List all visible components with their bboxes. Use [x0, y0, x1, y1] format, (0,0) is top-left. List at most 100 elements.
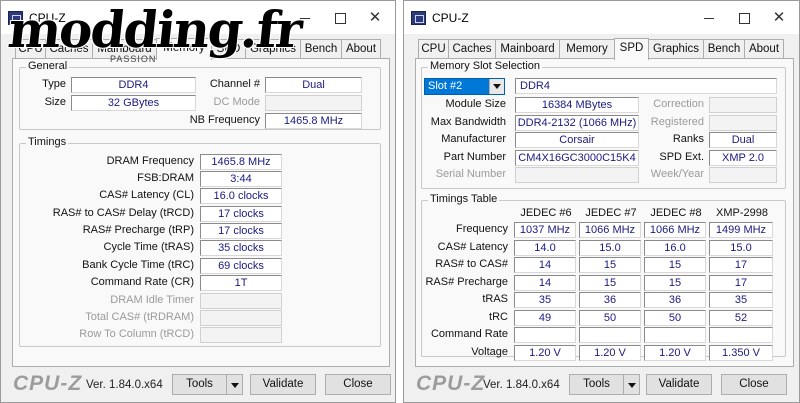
channel-value: Dual: [265, 77, 362, 93]
slot-select-value: Slot #2: [428, 80, 463, 92]
timing-cell: 14: [514, 275, 576, 291]
tools-dropdown-icon[interactable]: [623, 374, 640, 395]
tab-mainboard[interactable]: Mainboard: [495, 39, 560, 59]
channel-label: Channel #: [209, 78, 260, 90]
tools-dropdown-icon[interactable]: [226, 374, 243, 395]
group-title-timings: Timings: [26, 136, 69, 148]
maximize-icon[interactable]: [727, 6, 761, 30]
trp-label: RAS# Precharge (tRP): [82, 224, 194, 236]
version-label: Ver. 1.84.0.x64: [483, 379, 560, 391]
part-number-value: CM4X16GC3000C15K4: [515, 150, 639, 166]
correction-value: [709, 97, 777, 113]
tab-spd[interactable]: SPD: [211, 39, 246, 59]
maximize-icon[interactable]: [323, 6, 357, 30]
timing-cell: 1.20 V: [644, 345, 706, 361]
close-icon[interactable]: ✕: [358, 6, 392, 30]
timing-row-label: CAS# Latency: [437, 241, 508, 253]
timing-row-label: tRC: [489, 311, 508, 323]
timing-cell: 16.0: [644, 240, 706, 256]
spd-ext-value: XMP 2.0: [709, 150, 777, 166]
timing-cell: 52: [709, 310, 773, 326]
registered-label: Registered: [650, 116, 704, 128]
tab-bench[interactable]: Bench: [703, 39, 745, 59]
bottom-bar: CPU-Z Ver. 1.84.0.x64 Tools Validate Clo…: [404, 368, 799, 402]
spd-tab-page: Memory Slot Selection Slot #2 DDR4 Modul…: [415, 58, 794, 367]
tab-memory[interactable]: Memory: [559, 39, 615, 59]
tab-spd[interactable]: SPD: [614, 38, 649, 60]
tab-bench[interactable]: Bench: [300, 39, 342, 59]
module-size-value: 16384 MBytes: [515, 97, 639, 113]
cpuz-app-icon: [8, 11, 23, 25]
week-year-value: [709, 167, 777, 183]
timing-row-label: RAS# Precharge: [425, 276, 508, 288]
close-button[interactable]: Close: [325, 374, 391, 395]
timing-cell: [579, 327, 641, 343]
window-title: CPU-Z: [432, 11, 469, 25]
memory-tab-page: General Type DDR4 Size 32 GBytes Channel…: [12, 58, 390, 367]
nb-frequency-label: NB Frequency: [189, 114, 260, 126]
timing-row-label: Voltage: [471, 346, 508, 358]
registered-value: [709, 115, 777, 131]
timings-table-group: Timings Table JEDEC #6 JEDEC #7 JEDEC #8…: [421, 193, 786, 361]
tab-cpu[interactable]: CPU: [15, 39, 46, 59]
timing-cell: [514, 327, 576, 343]
spd-ext-label: SPD Ext.: [659, 151, 704, 163]
trcd-value: 17 clocks: [200, 206, 282, 222]
validate-button[interactable]: Validate: [646, 374, 712, 395]
dc-mode-value: [265, 95, 362, 111]
chevron-down-icon[interactable]: [489, 79, 504, 94]
tools-button[interactable]: Tools: [172, 374, 227, 395]
timing-cell: 36: [579, 292, 641, 308]
minimize-icon[interactable]: [288, 6, 322, 30]
tab-graphics[interactable]: Graphics: [648, 39, 704, 59]
timing-cell: 35: [709, 292, 773, 308]
timing-cell: 15.0: [709, 240, 773, 256]
tab-about[interactable]: About: [744, 39, 784, 59]
part-number-label: Part Number: [443, 151, 506, 163]
week-year-label: Week/Year: [650, 168, 704, 180]
timing-cell: 1499 MHz: [709, 222, 773, 238]
timing-cell: 15.0: [579, 240, 641, 256]
timing-cell: 14: [514, 257, 576, 273]
correction-label: Correction: [653, 98, 704, 110]
tab-memory[interactable]: Memory: [156, 38, 212, 60]
trc-value: 69 clocks: [200, 258, 282, 274]
ranks-label: Ranks: [672, 133, 704, 145]
trp-value: 17 clocks: [200, 223, 282, 239]
tab-graphics[interactable]: Graphics: [245, 39, 301, 59]
title-bar[interactable]: CPU-Z ✕: [404, 1, 799, 34]
cas-latency-value: 16.0 clocks: [200, 188, 282, 204]
row-to-column-label: Row To Column (tRCD): [79, 328, 194, 340]
timing-cell: 15: [579, 257, 641, 273]
column-header: JEDEC #6: [520, 207, 572, 219]
title-bar[interactable]: CPU-Z ✕: [1, 1, 395, 34]
timing-cell: 50: [644, 310, 706, 326]
timing-cell: 1.350 V: [709, 345, 773, 361]
tras-value: 35 clocks: [200, 240, 282, 256]
manufacturer-label: Manufacturer: [441, 133, 506, 145]
timing-cell: 1066 MHz: [644, 222, 706, 238]
cpuz-window-spd: CPU-Z ✕ CPU Caches Mainboard Memory SPD …: [403, 0, 800, 403]
column-header: JEDEC #7: [585, 207, 637, 219]
tab-cpu[interactable]: CPU: [418, 39, 449, 59]
timing-cell: 14.0: [514, 240, 576, 256]
tab-about[interactable]: About: [341, 39, 381, 59]
command-rate-value: 1T: [200, 275, 282, 291]
ranks-value: Dual: [709, 132, 777, 148]
validate-button[interactable]: Validate: [250, 374, 316, 395]
dram-frequency-value: 1465.8 MHz: [200, 154, 282, 170]
serial-number-value: [515, 167, 639, 183]
cpuz-window-memory: CPU-Z ✕ CPU Caches Mainboard Memory SPD …: [0, 0, 396, 403]
general-group: General Type DDR4 Size 32 GBytes Channel…: [19, 60, 381, 130]
memory-type-value: DDR4: [515, 78, 777, 94]
tab-caches[interactable]: Caches: [45, 39, 93, 59]
slot-select[interactable]: Slot #2: [424, 78, 505, 95]
timing-cell: 50: [579, 310, 641, 326]
tab-caches[interactable]: Caches: [448, 39, 496, 59]
size-value: 32 GBytes: [71, 95, 196, 111]
minimize-icon[interactable]: [692, 6, 726, 30]
tools-button[interactable]: Tools: [569, 374, 624, 395]
close-icon[interactable]: ✕: [762, 6, 796, 30]
close-button[interactable]: Close: [721, 374, 787, 395]
dc-mode-label: DC Mode: [213, 96, 260, 108]
